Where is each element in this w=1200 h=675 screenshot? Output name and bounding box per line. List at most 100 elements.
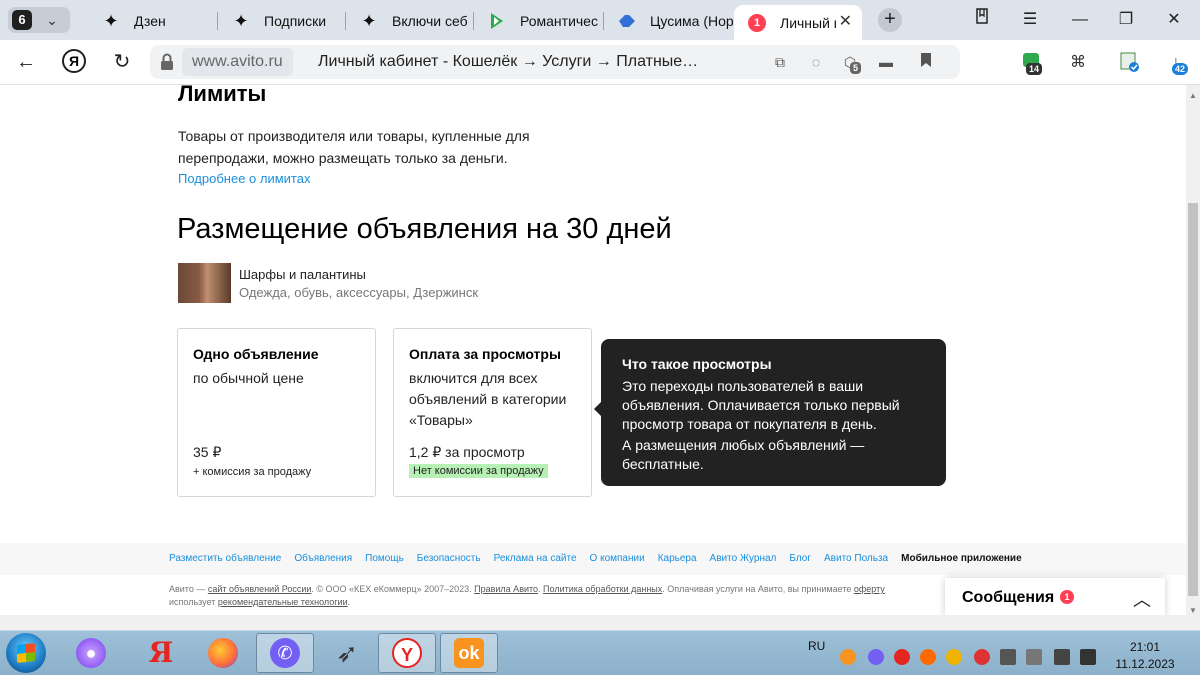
domain-pill[interactable]: www.avito.ru	[182, 48, 293, 76]
tray-app-icon[interactable]	[920, 649, 936, 665]
clock-date: 11.12.2023	[1115, 657, 1175, 671]
tab-counter-button[interactable]: 6 ⌄	[8, 7, 70, 33]
footer-link[interactable]: Авито Польза	[824, 553, 888, 564]
action-center-flag-icon[interactable]	[1080, 649, 1096, 665]
blue-tshirt-icon	[618, 12, 636, 30]
scroll-down-icon[interactable]: ▼	[1189, 606, 1197, 615]
tab-personal-account[interactable]: 1 Личный к ✕	[734, 5, 862, 40]
card-title: Одно объявление	[193, 346, 319, 362]
tray-odnoklassniki-icon[interactable]	[840, 649, 856, 665]
collections-icon[interactable]: ⌘	[1066, 51, 1090, 75]
firefox-icon	[208, 638, 238, 668]
legal-link[interactable]: Политика обработки данных	[543, 584, 662, 594]
footer-link[interactable]: Объявления	[294, 553, 352, 564]
tray-sync-icon[interactable]	[974, 649, 990, 665]
legal-link[interactable]: сайт объявлений России	[208, 584, 312, 594]
vertical-scrollbar[interactable]: ▲ ▼	[1186, 85, 1200, 630]
scrollbar-thumb[interactable]	[1188, 203, 1198, 596]
comment-icon[interactable]: ▬	[876, 52, 896, 72]
chevron-down-icon: ⌄	[46, 12, 58, 28]
option-card-pay-per-view[interactable]: Оплата за просмотры включится для всех о…	[393, 328, 592, 497]
taskbar-odnoklassniki[interactable]: ok	[440, 633, 498, 673]
legal-link[interactable]: рекомендательные технологии	[218, 597, 348, 607]
extension-count-badge: 14	[1026, 63, 1043, 75]
legal-link[interactable]: оферту	[854, 584, 885, 594]
messages-count-badge: 1	[1060, 590, 1074, 604]
new-tab-button[interactable]: +	[878, 8, 902, 32]
tooltip-paragraph-2: А размещения любых объявлений — бесплатн…	[622, 437, 865, 472]
translate-icon[interactable]: ⧉	[770, 52, 790, 72]
limits-text: Товары от производителя или товары, купл…	[178, 128, 530, 166]
network-signal-icon[interactable]	[1000, 649, 1016, 665]
mobile-app-link[interactable]: Мобильное приложение	[901, 553, 1022, 564]
footer-link[interactable]: О компании	[590, 553, 645, 564]
tab-title: Подписки	[264, 12, 327, 29]
windows-taskbar: ● Я ✆ ➶ Y ok RU 21:01 11.12.2023	[0, 630, 1200, 675]
footer-link[interactable]: Разместить объявление	[169, 553, 281, 564]
taskbar-firefox[interactable]	[194, 633, 252, 673]
system-clock[interactable]: 21:01 11.12.2023	[1112, 639, 1178, 673]
tooltip-title: Что такое просмотры	[622, 356, 772, 372]
reader-extension-icon[interactable]	[1118, 51, 1142, 75]
hamburger-menu-icon[interactable]: ☰	[1018, 8, 1042, 32]
minimize-icon[interactable]: —	[1068, 8, 1092, 32]
footer-link[interactable]: Безопасность	[417, 553, 481, 564]
back-arrow-icon[interactable]: ←	[14, 50, 38, 74]
limits-heading: Лимиты	[178, 85, 267, 106]
close-window-icon[interactable]: ✕	[1162, 8, 1186, 32]
tab-romantic[interactable]: Романтичес	[474, 5, 604, 36]
volume-muted-icon[interactable]	[1026, 649, 1042, 665]
scroll-up-icon[interactable]: ▲	[1189, 91, 1197, 100]
messages-label: Сообщения	[962, 589, 1055, 606]
taskbar-yandex[interactable]: Я	[132, 633, 190, 673]
start-button[interactable]	[6, 633, 46, 673]
tab-subscriptions[interactable]: ✦ Подписки	[218, 5, 346, 36]
card-note: + комиссия за продажу	[193, 466, 312, 478]
shield-icon[interactable]: ⬡ 5	[840, 52, 862, 74]
taskbar-yandex-browser[interactable]: Y	[378, 633, 436, 673]
lock-icon[interactable]	[160, 53, 176, 71]
footer-links: Разместить объявление Объявления Помощь …	[169, 553, 1035, 564]
bookmark-icon[interactable]	[916, 52, 936, 72]
close-icon[interactable]: ✕	[839, 11, 852, 31]
taskbar-bird-app[interactable]: ➶	[318, 633, 376, 673]
downloads-icon[interactable]: ↓ 42	[1164, 51, 1189, 75]
listing-thumbnail	[178, 263, 231, 303]
card-title: Оплата за просмотры	[409, 346, 561, 362]
tray-yandex-icon[interactable]	[894, 649, 910, 665]
tab-count: 6	[12, 10, 32, 30]
tray-viber-icon[interactable]	[868, 649, 884, 665]
tab-zen[interactable]: ✦ Дзен	[88, 5, 218, 36]
footer-link[interactable]: Реклама на сайте	[494, 553, 577, 564]
language-indicator[interactable]: RU	[808, 639, 825, 653]
card-price: 1,2 ₽ за просмотр	[409, 444, 525, 460]
address-page-title[interactable]: Личный кабинет - Кошелёк → Услуги → Плат…	[318, 53, 698, 71]
footer-link[interactable]: Блог	[789, 553, 811, 564]
odnoklassniki-icon: ok	[454, 638, 484, 668]
chat-search-icon[interactable]: ◌	[806, 52, 826, 72]
taskbar-viber[interactable]: ✆	[256, 633, 314, 673]
shield-count-badge: 5	[850, 62, 862, 74]
chevron-up-icon[interactable]: ︿	[1133, 586, 1151, 612]
tray-app-icon-2[interactable]	[946, 649, 962, 665]
tab-tsushima[interactable]: Цусима (Нор	[604, 5, 734, 36]
footer-link[interactable]: Карьера	[658, 553, 697, 564]
no-commission-badge: Нет комиссии за продажу	[409, 464, 548, 478]
yandex-logo-icon[interactable]: Я	[62, 49, 86, 73]
taskbar-alice[interactable]: ●	[62, 633, 120, 673]
restore-window-icon[interactable]: ❐	[1114, 8, 1138, 32]
footer-link[interactable]: Помощь	[365, 553, 404, 564]
horizontal-scrollbar[interactable]	[0, 615, 1186, 630]
footer-link[interactable]: Авито Журнал	[710, 553, 777, 564]
limits-more-link[interactable]: Подробнее о лимитах	[178, 171, 310, 186]
tab-turn-on[interactable]: ✦ Включи себ	[346, 5, 474, 36]
legal-link[interactable]: Правила Авито	[474, 584, 538, 594]
browser-tab-strip: 6 ⌄ ✦ Дзен ✦ Подписки ✦ Включи себ Роман…	[0, 0, 1200, 40]
reload-icon[interactable]: ↻	[110, 50, 134, 74]
messages-widget[interactable]: Сообщения 1 ︿	[945, 578, 1165, 616]
extension-icon[interactable]: 14	[1020, 51, 1044, 75]
option-card-single-listing[interactable]: Одно объявление по обычной цене 35 ₽ + к…	[177, 328, 376, 497]
power-icon[interactable]	[1054, 649, 1070, 665]
bookmarks-manager-icon[interactable]	[970, 8, 994, 32]
card-price: 35 ₽	[193, 444, 222, 460]
